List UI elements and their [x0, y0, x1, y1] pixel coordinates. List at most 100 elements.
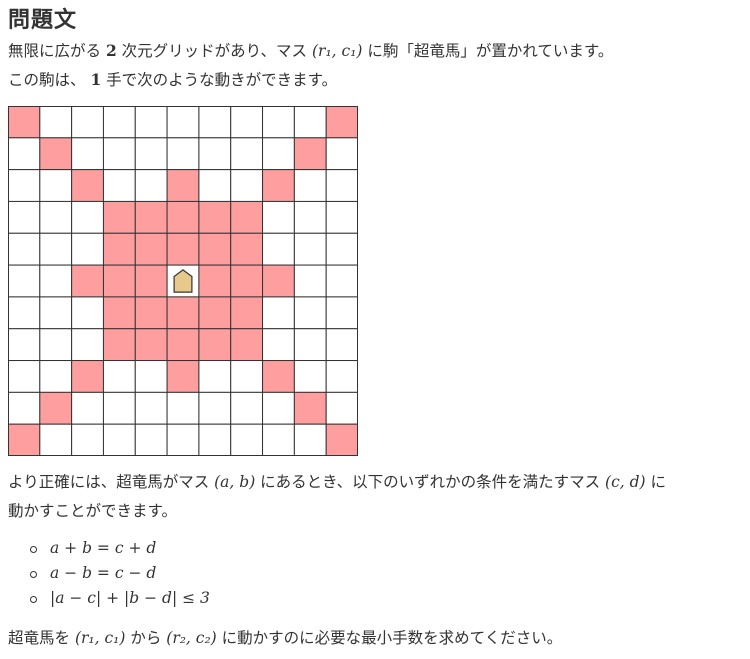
intro-text: に駒「超竜馬」が置かれています。	[362, 42, 614, 60]
grid-cell	[198, 391, 232, 425]
condition-list: a + b = c + d a − b = c − d |a − c| + |b…	[30, 536, 210, 611]
reachable-cell	[166, 296, 200, 330]
reachable-cell	[262, 169, 295, 202]
reachable-cell	[325, 106, 358, 139]
intro-line-1: 無限に広がる 2 次元グリッドがあり、マス (r₁, c₁) に駒「超竜馬」が置…	[8, 40, 613, 62]
math-number: 2	[105, 41, 117, 60]
question-text: から	[125, 629, 167, 647]
condition-item: a + b = c + d	[30, 536, 210, 561]
reachable-cell	[230, 328, 264, 362]
reachable-cell	[166, 169, 200, 202]
grid-cell	[39, 328, 73, 362]
reachable-cell	[8, 423, 41, 456]
reachable-cell	[71, 360, 104, 393]
grid-cell	[230, 391, 264, 425]
reachable-cell	[134, 232, 168, 266]
grid-cell	[71, 328, 104, 362]
grid-cell	[230, 137, 264, 171]
grid-cell	[262, 232, 295, 266]
grid-cell	[262, 106, 295, 139]
grid-cell	[8, 169, 41, 202]
grid-cell	[39, 232, 73, 266]
grid-cell	[325, 360, 358, 393]
math-coordinate: (r₁, c₁)	[311, 42, 363, 60]
reachable-cell	[293, 137, 327, 171]
grid-cell	[230, 169, 264, 202]
grid-cell	[71, 296, 104, 330]
grid-cell	[8, 137, 41, 171]
reachable-cell	[102, 328, 136, 362]
grid-cell	[325, 232, 358, 266]
grid-cell	[230, 106, 264, 139]
intro-text: 無限に広がる	[8, 42, 106, 60]
grid-cell	[293, 232, 327, 266]
intro-text: 手で次のような動きができます。	[101, 71, 338, 89]
reachable-cell	[230, 200, 264, 234]
reachable-cell	[198, 264, 232, 298]
reachable-cell	[325, 423, 358, 456]
reachable-cell	[8, 106, 41, 139]
condition-item: |a − c| + |b − d| ≤ 3	[30, 586, 210, 611]
reachable-cell	[262, 264, 295, 298]
grid-cell	[293, 423, 327, 456]
grid-cell	[262, 296, 295, 330]
intro-text: この駒は、	[8, 71, 91, 89]
reachable-cell	[166, 328, 200, 362]
reachable-cell	[102, 232, 136, 266]
grid-cell	[134, 360, 168, 393]
grid-cell	[8, 200, 41, 234]
grid-cell	[39, 360, 73, 393]
grid-cell	[262, 137, 295, 171]
grid-cell	[325, 296, 358, 330]
math-coordinate: (c, d)	[605, 473, 646, 491]
reachable-cell	[134, 328, 168, 362]
reachable-cell	[71, 169, 104, 202]
grid-cell	[102, 423, 136, 456]
reachable-cell	[293, 391, 327, 425]
reachable-cell	[230, 232, 264, 266]
grid-cell	[325, 391, 358, 425]
grid-cell	[8, 391, 41, 425]
detail-line-2: 動かすことができます。	[8, 502, 177, 520]
grid-cell	[71, 137, 104, 171]
question-text: 超竜馬を	[8, 629, 75, 647]
grid-cell	[8, 360, 41, 393]
question-text: に動かすのに必要な最小手数を求めてください。	[216, 629, 563, 647]
reachable-cell	[102, 264, 136, 298]
grid-cell	[8, 232, 41, 266]
grid-cell	[102, 360, 136, 393]
reachable-cell	[134, 296, 168, 330]
detail-text: より正確には、超竜馬がマス	[8, 473, 215, 491]
grid-cell	[230, 423, 264, 456]
grid-cell	[325, 264, 358, 298]
grid-cell	[230, 360, 264, 393]
grid-cell	[39, 423, 73, 456]
grid-cell	[293, 106, 327, 139]
grid-cell	[166, 391, 200, 425]
reachable-cell	[230, 264, 264, 298]
reachable-cell	[71, 264, 104, 298]
grid-cell	[198, 169, 232, 202]
grid-cell	[39, 264, 73, 298]
reachable-cell	[166, 232, 200, 266]
grid-cell	[293, 169, 327, 202]
grid-cell	[102, 106, 136, 139]
grid-cell	[71, 391, 104, 425]
detail-text: にあるとき、以下のいずれかの条件を満たすマス	[255, 473, 606, 491]
grid-cell	[166, 423, 200, 456]
reachable-cell	[198, 328, 232, 362]
grid-cell	[262, 391, 295, 425]
grid-cell	[325, 169, 358, 202]
grid-cell	[39, 169, 73, 202]
reachable-cell	[39, 137, 73, 171]
grid-cell	[39, 296, 73, 330]
grid-cell	[71, 106, 104, 139]
grid-cell	[293, 328, 327, 362]
reachable-cell	[166, 360, 200, 393]
grid-cell	[102, 169, 136, 202]
grid-cell	[102, 137, 136, 171]
page-title: 問題文	[8, 8, 78, 33]
detail-text: に	[645, 473, 667, 491]
grid-cell	[262, 200, 295, 234]
grid-cell	[198, 360, 232, 393]
